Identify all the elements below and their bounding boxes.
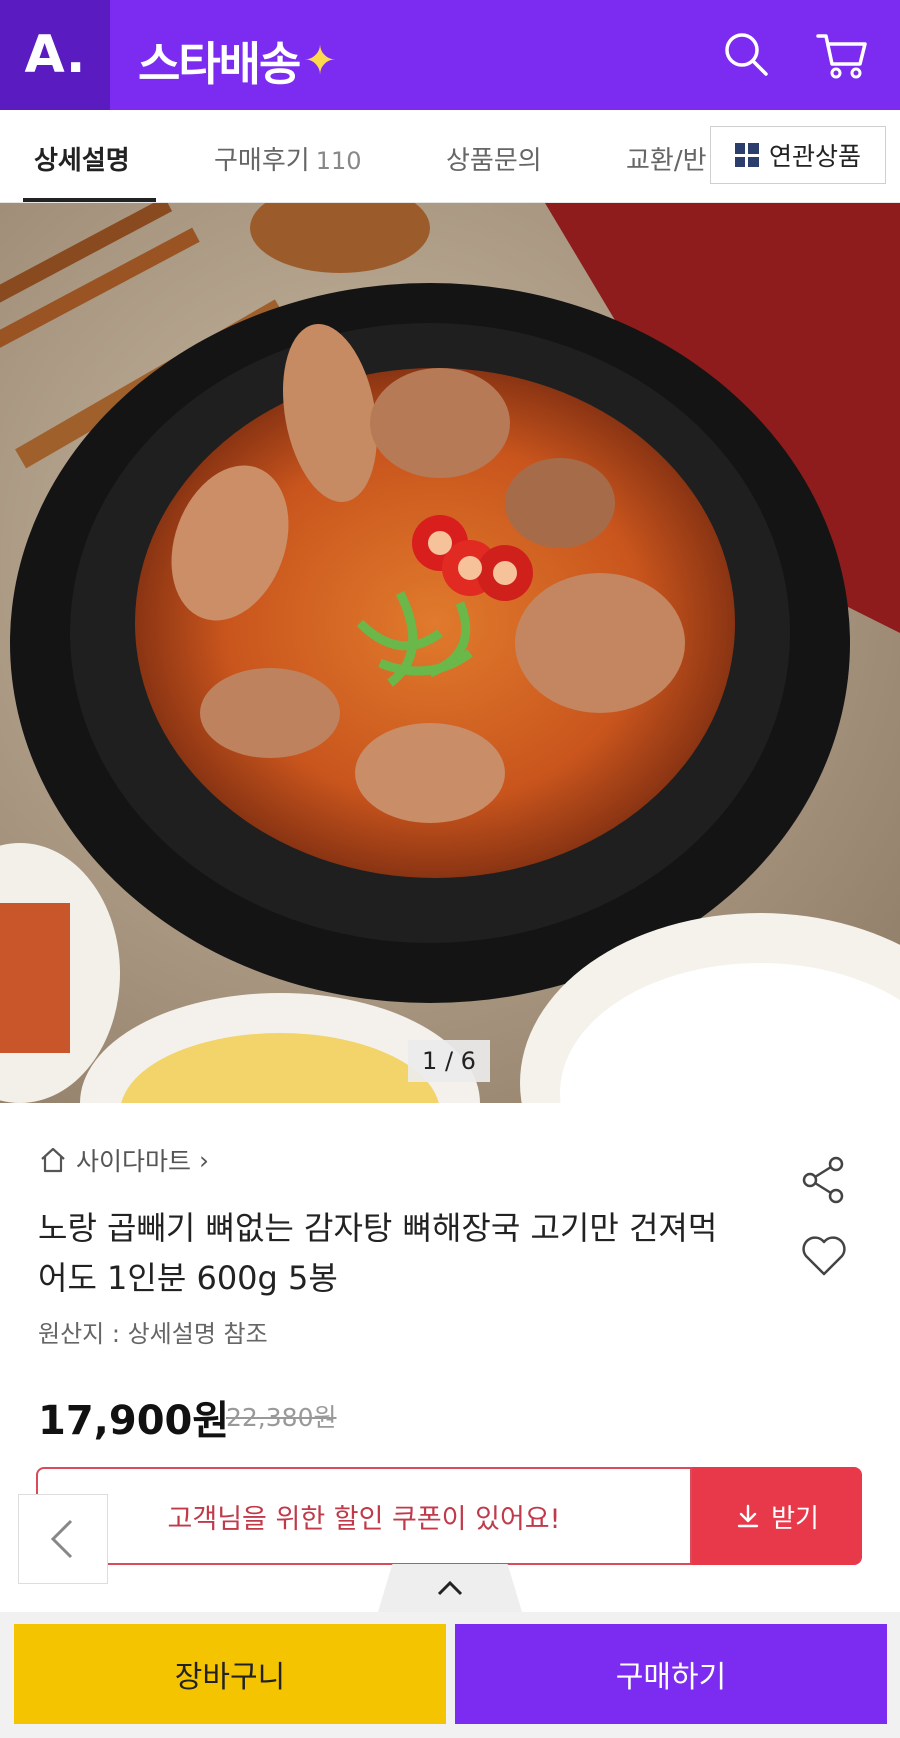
coupon-text: 고객님을 위한 할인 쿠폰이 있어요! bbox=[167, 1503, 561, 1535]
related-products-button[interactable]: 연관상품 bbox=[710, 126, 886, 184]
expand-toggle[interactable] bbox=[378, 1564, 522, 1612]
chevron-right-icon: › bbox=[199, 1145, 210, 1175]
active-tab-indicator bbox=[23, 198, 156, 202]
chevron-left-icon bbox=[50, 1519, 73, 1559]
store-name: 사이다마트 bbox=[76, 1147, 192, 1176]
detail-tabs: 상세설명 구매후기 110 상품문의 교환/반 연관상품 bbox=[0, 110, 900, 203]
buy-button-label: 구매하기 bbox=[615, 1660, 727, 1695]
app-header: A. 스타배송 ✦ bbox=[0, 0, 900, 110]
brand-title[interactable]: 스타배송 ✦ bbox=[138, 28, 337, 94]
download-icon bbox=[737, 1504, 759, 1528]
heart-icon[interactable] bbox=[798, 1230, 850, 1282]
brand-text: 스타배송 bbox=[138, 37, 301, 91]
sale-price: 17,900원 bbox=[38, 1398, 230, 1444]
chevron-up-icon bbox=[437, 1580, 463, 1596]
search-icon[interactable] bbox=[718, 26, 774, 82]
share-icon[interactable] bbox=[798, 1154, 850, 1206]
product-image[interactable] bbox=[0, 203, 900, 1103]
coupon-button-label: 받기 bbox=[771, 1503, 819, 1534]
store-link[interactable]: 사이다마트 › bbox=[38, 1142, 209, 1178]
home-icon bbox=[41, 1147, 65, 1173]
product-origin: 원산지 : 상세설명 참조 bbox=[38, 1320, 268, 1348]
tab-inquiry[interactable]: 상품문의 bbox=[446, 140, 542, 177]
product-photo bbox=[0, 203, 900, 1103]
product-title: 노랑 곱빼기 뼈없는 감자탕 뼈해장국 고기만 건져먹어도 1인분 600g 5… bbox=[38, 1209, 718, 1297]
grid-icon bbox=[734, 143, 759, 167]
review-count: 110 bbox=[315, 147, 362, 175]
back-button[interactable] bbox=[18, 1494, 108, 1584]
tab-description[interactable]: 상세설명 bbox=[34, 140, 130, 177]
coupon-banner[interactable]: 고객님을 위한 할인 쿠폰이 있어요! bbox=[36, 1467, 692, 1565]
cart-button-label: 장바구니 bbox=[174, 1660, 286, 1695]
cart-icon[interactable] bbox=[814, 26, 870, 82]
related-products-label: 연관상품 bbox=[768, 142, 861, 171]
coupon-download-button[interactable]: 받기 bbox=[692, 1467, 862, 1565]
image-counter: 1 / 6 bbox=[408, 1040, 490, 1082]
logo-text: A. bbox=[24, 25, 86, 85]
add-to-cart-button[interactable]: 장바구니 bbox=[14, 1624, 446, 1724]
tab-exchange[interactable]: 교환/반 bbox=[626, 140, 707, 177]
logo[interactable]: A. bbox=[0, 0, 110, 110]
buy-now-button[interactable]: 구매하기 bbox=[455, 1624, 887, 1724]
original-price: 22,380원 bbox=[226, 1403, 337, 1432]
sparkle-icon: ✦ bbox=[303, 38, 336, 84]
tab-reviews[interactable]: 구매후기 110 bbox=[214, 140, 362, 177]
